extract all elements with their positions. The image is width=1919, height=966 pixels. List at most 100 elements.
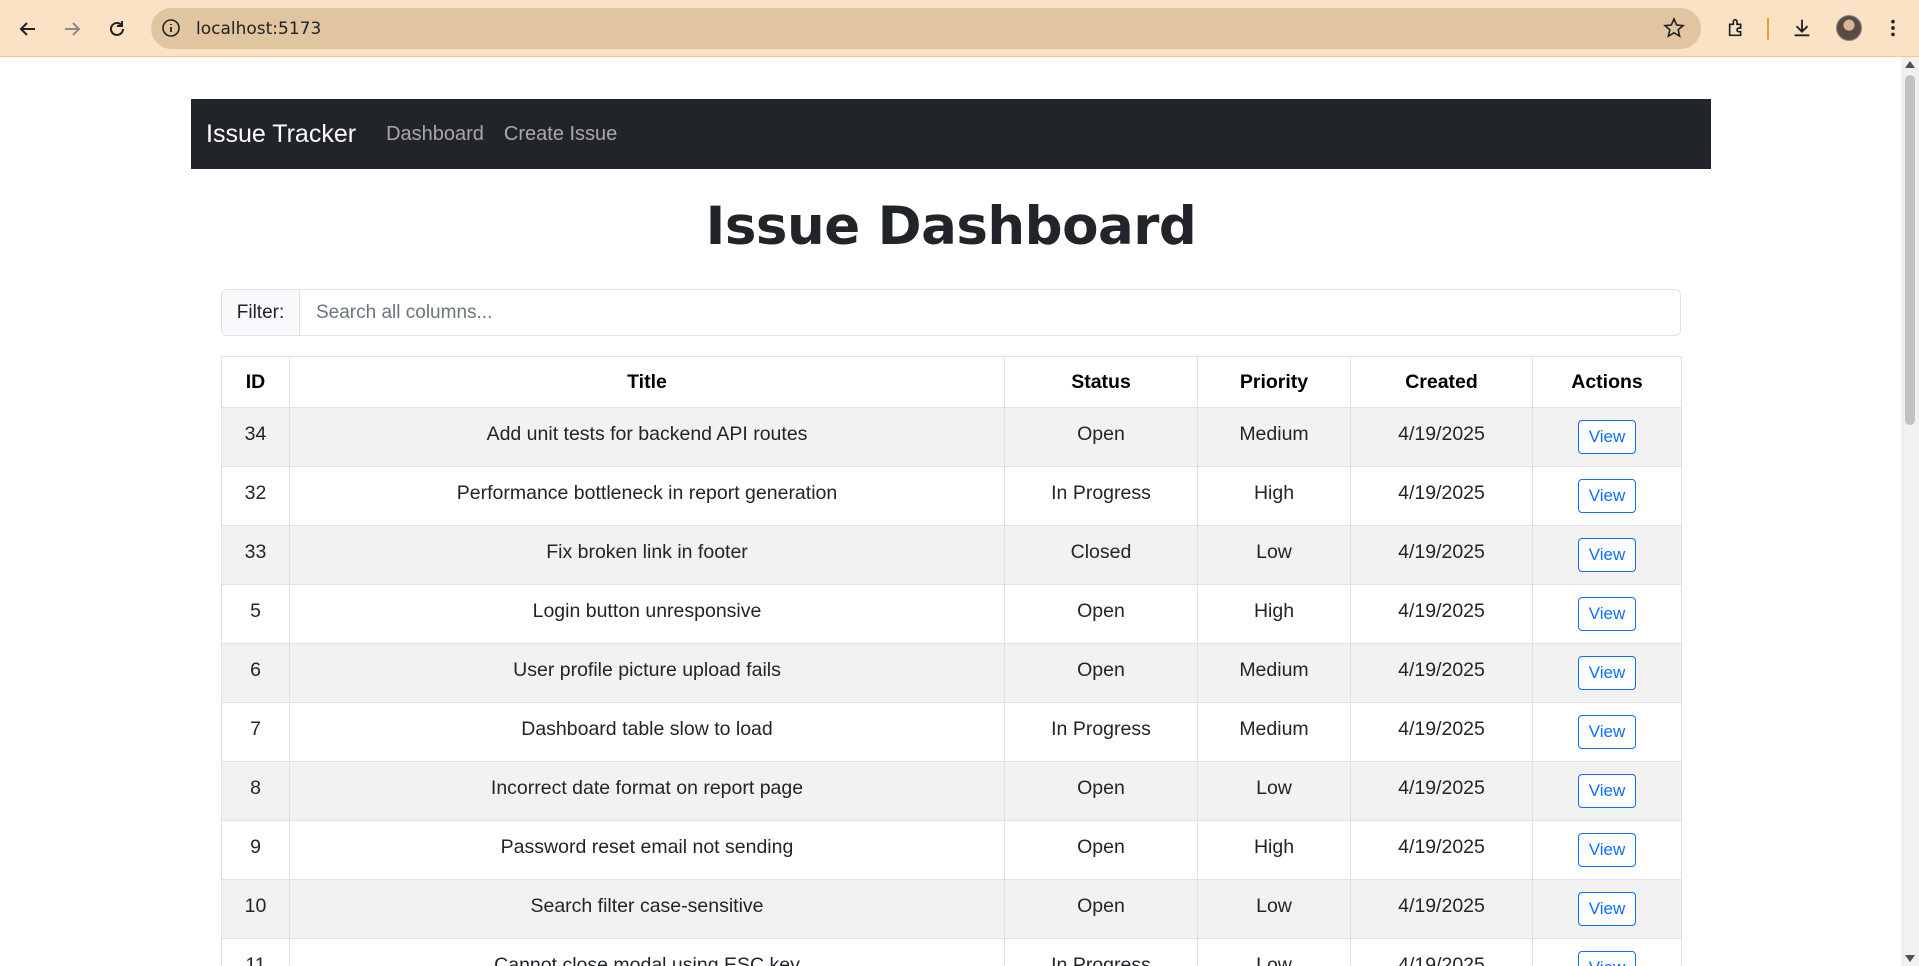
page-title: Issue Dashboard [705, 196, 1197, 257]
cell-priority: Medium [1197, 702, 1351, 762]
cell-title: Login button unresponsive [289, 584, 1005, 644]
cell-title: Search filter case-sensitive [289, 879, 1005, 939]
filter-search-input[interactable] [300, 290, 1680, 335]
cell-actions: View [1532, 407, 1682, 467]
view-button[interactable]: View [1577, 479, 1637, 513]
cell-created: 4/19/2025 [1350, 407, 1533, 467]
nav-link-create-issue[interactable]: Create Issue [504, 123, 617, 146]
column-header-created[interactable]: Created [1350, 356, 1533, 408]
scroll-up-icon[interactable] [1905, 61, 1915, 68]
table-row: 8 Incorrect date format on report page O… [221, 761, 1682, 821]
address-bar[interactable]: localhost:5173 [151, 8, 1701, 49]
url-text[interactable]: localhost:5173 [196, 19, 321, 39]
column-header-id[interactable]: ID [221, 356, 290, 408]
cell-id: 34 [221, 407, 290, 467]
cell-title: User profile picture upload fails [289, 643, 1005, 703]
app-navbar: Issue Tracker Dashboard Create Issue [191, 99, 1711, 169]
cell-actions: View [1532, 879, 1682, 939]
site-info-icon[interactable] [161, 18, 181, 38]
view-button[interactable]: View [1577, 892, 1637, 926]
cell-id: 7 [221, 702, 290, 762]
cell-priority: High [1197, 466, 1351, 526]
view-button[interactable]: View [1577, 833, 1637, 867]
cell-created: 4/19/2025 [1350, 702, 1533, 762]
column-header-title[interactable]: Title [289, 356, 1005, 408]
cell-status: In Progress [1004, 938, 1198, 966]
column-header-priority[interactable]: Priority [1197, 356, 1351, 408]
cell-actions: View [1532, 702, 1682, 762]
bookmark-star-icon[interactable] [1663, 17, 1685, 39]
cell-created: 4/19/2025 [1350, 584, 1533, 644]
cell-id: 5 [221, 584, 290, 644]
table-row: 7 Dashboard table slow to load In Progre… [221, 702, 1682, 762]
cell-status: Open [1004, 584, 1198, 644]
cell-created: 4/19/2025 [1350, 761, 1533, 821]
column-header-status[interactable]: Status [1004, 356, 1198, 408]
cell-id: 11 [221, 938, 290, 966]
reload-icon[interactable] [100, 12, 134, 46]
view-button[interactable]: View [1577, 951, 1637, 966]
cell-actions: View [1532, 938, 1682, 966]
table-row: 32 Performance bottleneck in report gene… [221, 466, 1682, 526]
table-row: 10 Search filter case-sensitive Open Low… [221, 879, 1682, 939]
cell-priority: Low [1197, 938, 1351, 966]
cell-id: 8 [221, 761, 290, 821]
cell-priority: Low [1197, 879, 1351, 939]
cell-created: 4/19/2025 [1350, 466, 1533, 526]
cell-priority: Low [1197, 761, 1351, 821]
cell-actions: View [1532, 525, 1682, 585]
extensions-icon[interactable] [1724, 15, 1750, 41]
cell-actions: View [1532, 761, 1682, 821]
cell-status: Open [1004, 643, 1198, 703]
cell-priority: High [1197, 584, 1351, 644]
cell-created: 4/19/2025 [1350, 820, 1533, 880]
cell-title: Password reset email not sending [289, 820, 1005, 880]
cell-created: 4/19/2025 [1350, 525, 1533, 585]
view-button[interactable]: View [1577, 774, 1637, 808]
cell-title: Fix broken link in footer [289, 525, 1005, 585]
nav-link-dashboard[interactable]: Dashboard [386, 123, 484, 146]
cell-id: 6 [221, 643, 290, 703]
cell-created: 4/19/2025 [1350, 938, 1533, 966]
cell-actions: View [1532, 643, 1682, 703]
view-button[interactable]: View [1577, 538, 1637, 572]
cell-created: 4/19/2025 [1350, 643, 1533, 703]
cell-title: Performance bottleneck in report generat… [289, 466, 1005, 526]
view-button[interactable]: View [1577, 656, 1637, 690]
cell-id: 10 [221, 879, 290, 939]
forward-icon[interactable] [55, 12, 89, 46]
filter-group: Filter: [221, 289, 1681, 336]
view-button[interactable]: View [1577, 715, 1637, 749]
cell-status: Open [1004, 407, 1198, 467]
view-button[interactable]: View [1577, 420, 1637, 454]
table-row: 33 Fix broken link in footer Closed Low … [221, 525, 1682, 585]
navbar-brand[interactable]: Issue Tracker [206, 120, 356, 149]
cell-actions: View [1532, 820, 1682, 880]
profile-avatar[interactable] [1836, 15, 1862, 41]
table-row: 9 Password reset email not sending Open … [221, 820, 1682, 880]
cell-status: Open [1004, 820, 1198, 880]
cell-id: 33 [221, 525, 290, 585]
cell-status: In Progress [1004, 702, 1198, 762]
download-icon[interactable] [1789, 15, 1815, 41]
cell-status: In Progress [1004, 466, 1198, 526]
table-row: 11 Cannot close modal using ESC key In P… [221, 938, 1682, 966]
table-row: 5 Login button unresponsive Open High 4/… [221, 584, 1682, 644]
page-scrollbar[interactable] [1901, 57, 1919, 966]
cell-actions: View [1532, 584, 1682, 644]
cell-title: Incorrect date format on report page [289, 761, 1005, 821]
filter-label: Filter: [222, 290, 300, 335]
table-row: 34 Add unit tests for backend API routes… [221, 407, 1682, 467]
cell-priority: High [1197, 820, 1351, 880]
cell-id: 9 [221, 820, 290, 880]
cell-status: Open [1004, 761, 1198, 821]
cell-priority: Low [1197, 525, 1351, 585]
view-button[interactable]: View [1577, 597, 1637, 631]
scroll-down-icon[interactable] [1905, 955, 1915, 962]
cell-title: Cannot close modal using ESC key [289, 938, 1005, 966]
back-icon[interactable] [11, 12, 45, 46]
menu-kebab-icon[interactable] [1880, 15, 1906, 41]
column-header-actions: Actions [1532, 356, 1682, 408]
browser-toolbar: localhost:5173 [0, 0, 1919, 57]
scroll-thumb[interactable] [1905, 75, 1915, 425]
